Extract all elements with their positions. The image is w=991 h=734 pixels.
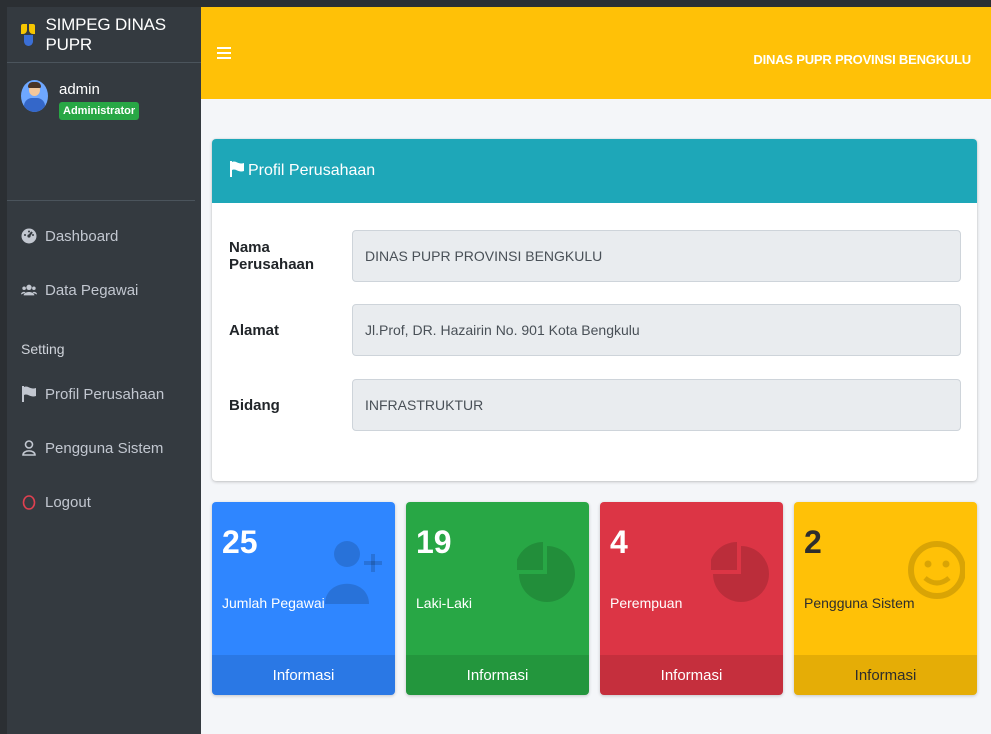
user-name[interactable]: admin <box>59 81 139 98</box>
user-panel: admin Administrator <box>7 63 195 201</box>
stat-value: 4 <box>610 524 628 560</box>
user-icon <box>21 440 37 456</box>
stat-label: Jumlah Pegawai <box>222 595 325 611</box>
power-icon <box>21 494 37 510</box>
sidebar-item-dashboard[interactable]: Dashboard <box>7 209 201 263</box>
alamat-label: Alamat <box>229 321 280 339</box>
nav-header-setting: Setting <box>21 341 65 357</box>
main-content: Profil Perusahaan Nama Perusahaan DINAS … <box>201 99 991 734</box>
form-row-nama: Nama Perusahaan DINAS PUPR PROVINSI BENG… <box>229 230 974 282</box>
sidebar-item-label: Pengguna Sistem <box>45 439 164 457</box>
stat-box-pengguna-sistem: 2 Pengguna Sistem Informasi <box>794 502 977 695</box>
sidebar-item-pengguna-sistem[interactable]: Pengguna Sistem <box>7 421 201 475</box>
stat-value: 25 <box>222 524 258 560</box>
sidebar-item-label: Logout <box>45 493 91 511</box>
flag-icon <box>230 160 244 182</box>
stat-box-laki-laki: 19 Laki-Laki Informasi <box>406 502 589 695</box>
header-title: DINAS PUPR PROVINSI BENGKULU <box>753 52 971 67</box>
pupr-logo-icon <box>21 23 36 46</box>
sidebar-item-data-pegawai[interactable]: Data Pegawai <box>7 263 201 317</box>
stat-label: Laki-Laki <box>416 595 473 611</box>
stat-box-perempuan: 4 Perempuan Informasi <box>600 502 783 695</box>
profile-card: Profil Perusahaan Nama Perusahaan DINAS … <box>212 139 977 481</box>
pie-chart-icon <box>711 542 769 602</box>
nama-perusahaan-label: Nama Perusahaan <box>229 239 315 273</box>
stat-more-info-link[interactable]: Informasi <box>406 655 589 695</box>
stat-more-info-link[interactable]: Informasi <box>600 655 783 695</box>
stat-box-jumlah-pegawai: 25 Jumlah Pegawai Informasi <box>212 502 395 695</box>
stat-value: 19 <box>416 524 452 560</box>
top-navbar: DINAS PUPR PROVINSI BENGKULU <box>201 7 991 99</box>
sidebar-item-label: Data Pegawai <box>45 281 139 299</box>
window-top-edge <box>0 0 991 7</box>
card-title: Profil Perusahaan <box>248 162 376 179</box>
card-header: Profil Perusahaan <box>212 139 977 203</box>
dashboard-icon <box>21 228 37 244</box>
alamat-field[interactable]: Jl.Prof, DR. Hazairin No. 901 Kota Bengk… <box>352 304 961 356</box>
sidebar-item-label: Dashboard <box>45 227 119 245</box>
sidebar-item-label: Profil Perusahaan <box>45 385 165 403</box>
brand-link[interactable]: SIMPEG DINAS PUPR <box>7 7 201 63</box>
stat-label: Pengguna Sistem <box>804 595 915 611</box>
avatar[interactable] <box>21 80 48 112</box>
bidang-field[interactable]: INFRASTRUKTUR <box>352 379 961 431</box>
stat-more-info-link[interactable]: Informasi <box>794 655 977 695</box>
menu-toggle-icon[interactable] <box>217 47 231 59</box>
form-row-alamat: Alamat Jl.Prof, DR. Hazairin No. 901 Kot… <box>229 304 974 356</box>
sidebar: SIMPEG DINAS PUPR admin Administrator Da… <box>7 7 201 734</box>
stat-more-info-link[interactable]: Informasi <box>212 655 395 695</box>
role-badge: Administrator <box>59 102 140 120</box>
form-row-bidang: Bidang INFRASTRUKTUR <box>229 379 974 431</box>
sidebar-item-profil-perusahaan[interactable]: Profil Perusahaan <box>7 367 201 421</box>
brand-title: SIMPEG DINAS PUPR <box>45 14 167 54</box>
stat-label: Perempuan <box>610 595 683 611</box>
bidang-label: Bidang <box>229 396 280 414</box>
nama-perusahaan-field[interactable]: DINAS PUPR PROVINSI BENGKULU <box>352 230 961 282</box>
sidebar-nav: Dashboard Data Pegawai Setting Profil Pe… <box>7 209 201 529</box>
users-icon <box>21 282 37 298</box>
stat-value: 2 <box>804 524 822 560</box>
window-left-edge <box>0 0 7 734</box>
pie-chart-icon <box>517 542 575 602</box>
sidebar-item-logout[interactable]: Logout <box>7 475 201 529</box>
flag-icon <box>21 386 37 402</box>
user-plus-icon <box>325 541 382 604</box>
